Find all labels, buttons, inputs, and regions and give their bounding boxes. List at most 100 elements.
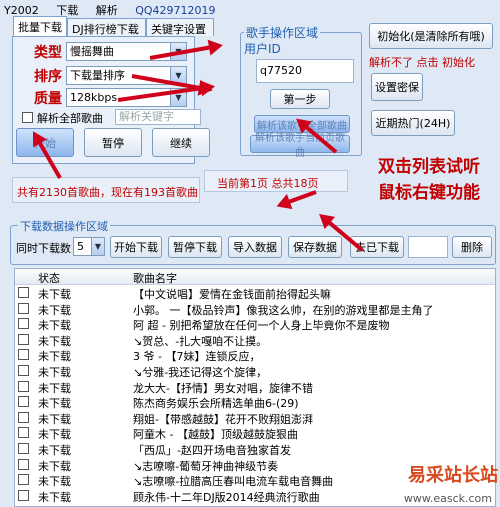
goto-page-input[interactable] xyxy=(408,236,448,258)
song-row-checkbox[interactable] xyxy=(18,364,29,376)
song-row-name: 顾永伟-十二年DJ版2014经典流行歌曲 xyxy=(133,490,320,504)
keyword-input[interactable]: 解析关键字 xyxy=(115,109,201,125)
song-row-checkbox[interactable] xyxy=(18,489,29,501)
pause-download-button[interactable]: 暂停下载 xyxy=(168,236,222,258)
chevron-down-icon[interactable]: ▼ xyxy=(91,238,104,255)
user-id-input[interactable]: q77520 xyxy=(256,59,354,83)
song-row-name: 「西瓜」-赵四开场电音独家首发 xyxy=(133,443,291,457)
watermark-text: 易采站长站 xyxy=(408,465,498,486)
init-hint: 解析不了 点击 初始化 xyxy=(369,56,475,69)
song-row-name: 龙大大-【抒情】男女对唱，旋律不错 xyxy=(133,381,313,395)
quality-select-value: 128kbps xyxy=(70,91,118,104)
page-status: 当前第1页 总共18页 xyxy=(217,177,319,190)
parse-all-label: 解析全部歌曲 xyxy=(37,112,103,125)
song-row-status: 未下载 xyxy=(38,397,71,411)
first-step-button[interactable]: 第一步 xyxy=(270,89,330,109)
tab-batch-download[interactable]: 批量下载 xyxy=(13,16,67,36)
arrow-annotation-page xyxy=(287,190,317,205)
import-data-button[interactable]: 导入数据 xyxy=(228,236,282,258)
column-header-name[interactable]: 歌曲名字 xyxy=(133,270,177,286)
song-row-status: 未下载 xyxy=(38,303,71,317)
song-row-checkbox[interactable] xyxy=(18,349,29,361)
download-group-title: 下载数据操作区域 xyxy=(18,218,110,234)
pause-button[interactable]: 暂停 xyxy=(84,128,142,157)
song-row[interactable]: 未下载 阿童木 - 【越鼓】顶级越鼓旋狠曲 xyxy=(15,425,495,441)
song-row-checkbox[interactable] xyxy=(18,287,29,298)
set-cipher-button[interactable]: 设置密保 xyxy=(371,73,423,101)
concurrent-label: 同时下载数 xyxy=(16,242,71,255)
concurrent-select[interactable]: 5 ▼ xyxy=(73,237,105,256)
song-row[interactable]: 未下载 ↘贺总、-扎大嘎咱不让摸。 xyxy=(15,332,495,348)
song-row-checkbox[interactable] xyxy=(18,302,29,314)
recent-hot-button[interactable]: 近期热门(24H) xyxy=(371,110,455,136)
menu-item-qq[interactable]: QQ429712019 xyxy=(135,4,215,17)
song-row-name: ↘贺总、-扎大嘎咱不让摸。 xyxy=(133,334,268,348)
type-label: 类型 xyxy=(34,45,62,61)
column-header-status[interactable]: 状态 xyxy=(38,270,60,286)
song-row-status: 未下载 xyxy=(38,319,71,333)
song-row-checkbox[interactable] xyxy=(18,333,29,345)
song-row-status: 未下载 xyxy=(38,428,71,442)
song-row-checkbox[interactable] xyxy=(18,380,29,392)
song-row-status: 未下载 xyxy=(38,443,71,457)
save-data-button[interactable]: 保存数据 xyxy=(288,236,342,258)
song-row[interactable]: 未下载 小郭。 一【极品铃声】像我这么帅，在别的游戏里都是主角了 xyxy=(15,301,495,317)
song-row-checkbox[interactable] xyxy=(18,458,29,470)
song-row-name: 3 爷 - 【7妹】连锁反应， xyxy=(133,350,261,364)
song-row-name: 阿童木 - 【越鼓】顶级越鼓旋狠曲 xyxy=(133,428,298,442)
song-row-name: ↘志嘹嚓-拉腊高压春叫电流车载电音舞曲 xyxy=(133,475,334,489)
song-row-status: 未下载 xyxy=(38,334,71,348)
tip-right-click: 鼠标右键功能 xyxy=(378,183,480,203)
song-row-name: 陈杰商务娱乐会所精选单曲6-(29) xyxy=(133,397,299,411)
start-download-button[interactable]: 开始下载 xyxy=(110,236,162,258)
song-row-checkbox[interactable] xyxy=(18,427,29,439)
init-button[interactable]: 初始化(是清除所有哦) xyxy=(369,23,493,49)
song-row[interactable]: 未下载 【中文说唱】爱情在金钱面前抬得起头嘛 xyxy=(15,285,495,301)
song-row-checkbox[interactable] xyxy=(18,442,29,454)
watermark-url: www.easck.com xyxy=(403,492,492,505)
song-row-status: 未下载 xyxy=(38,475,71,489)
song-row[interactable]: 未下载 陈杰商务娱乐会所精选单曲6-(29) xyxy=(15,394,495,410)
song-row-name: ↘兮雅-我还记得这个旋律， xyxy=(133,365,268,379)
total-songs-status: 共有2130首歌曲，现在有193首歌曲 xyxy=(17,186,198,199)
song-row-name: 【中文说唱】爱情在金钱面前抬得起头嘛 xyxy=(133,288,331,301)
song-row-status: 未下载 xyxy=(38,350,71,364)
sort-select-value: 下载量排序 xyxy=(70,69,125,82)
delete-button[interactable]: 删除 xyxy=(452,236,492,258)
quality-label: 质量 xyxy=(34,91,62,107)
song-row[interactable]: 未下载 龙大大-【抒情】男女对唱，旋律不错 xyxy=(15,379,495,395)
song-row[interactable]: 未下载 3 爷 - 【7妹】连锁反应， xyxy=(15,347,495,363)
user-id-label: 用户ID xyxy=(244,42,281,56)
song-row-status: 未下载 xyxy=(38,381,71,395)
song-row[interactable]: 未下载 ↘兮雅-我还记得这个旋律， xyxy=(15,363,495,379)
song-row-status: 未下载 xyxy=(38,365,71,379)
song-row-checkbox[interactable] xyxy=(18,318,29,330)
tab-keyword-settings[interactable]: 关键字设置 xyxy=(146,18,214,36)
parse-all-checkbox[interactable] xyxy=(22,112,33,123)
song-row[interactable]: 未下载 「西瓜」-赵四开场电音独家首发 xyxy=(15,441,495,457)
song-row-status: 未下载 xyxy=(38,490,71,504)
song-row-name: 阿 超 - 别把希望放在任何一个人身上毕竟你不是废物 xyxy=(133,319,390,333)
song-row-status: 未下载 xyxy=(38,288,71,301)
tab-dj-chart-download[interactable]: DJ排行榜下载 xyxy=(67,18,146,36)
song-row-checkbox[interactable] xyxy=(18,411,29,423)
menu-item-parse[interactable]: 解析 xyxy=(96,4,118,17)
keyword-input-placeholder: 解析关键字 xyxy=(119,110,174,123)
singer-group-title: 歌手操作区域 xyxy=(244,24,321,41)
sort-label: 排序 xyxy=(34,69,62,85)
song-row-name: 小郭。 一【极品铃声】像我这么帅，在别的游戏里都是主角了 xyxy=(133,303,434,317)
song-row-status: 未下载 xyxy=(38,412,71,426)
song-row-name: ↘志嘹嚓-葡萄牙神曲神级节奏 xyxy=(133,459,279,473)
song-row-status: 未下载 xyxy=(38,459,71,473)
concurrent-value: 5 xyxy=(77,240,84,253)
user-id-value: q77520 xyxy=(260,64,302,77)
song-row[interactable]: 未下载 阿 超 - 别把希望放在任何一个人身上毕竟你不是废物 xyxy=(15,316,495,332)
type-select-value: 慢摇舞曲 xyxy=(70,45,114,58)
song-list-header: 状态 歌曲名字 xyxy=(15,269,495,285)
song-row[interactable]: 未下载 翔姐-【带感越鼓】花开不败翔姐澎湃 xyxy=(15,410,495,426)
tip-double-click: 双击列表试听 xyxy=(378,157,480,177)
continue-button[interactable]: 继续 xyxy=(152,128,210,157)
song-row-name: 翔姐-【带感越鼓】花开不败翔姐澎湃 xyxy=(133,412,313,426)
song-row-checkbox[interactable] xyxy=(18,474,29,486)
song-row-checkbox[interactable] xyxy=(18,396,29,408)
